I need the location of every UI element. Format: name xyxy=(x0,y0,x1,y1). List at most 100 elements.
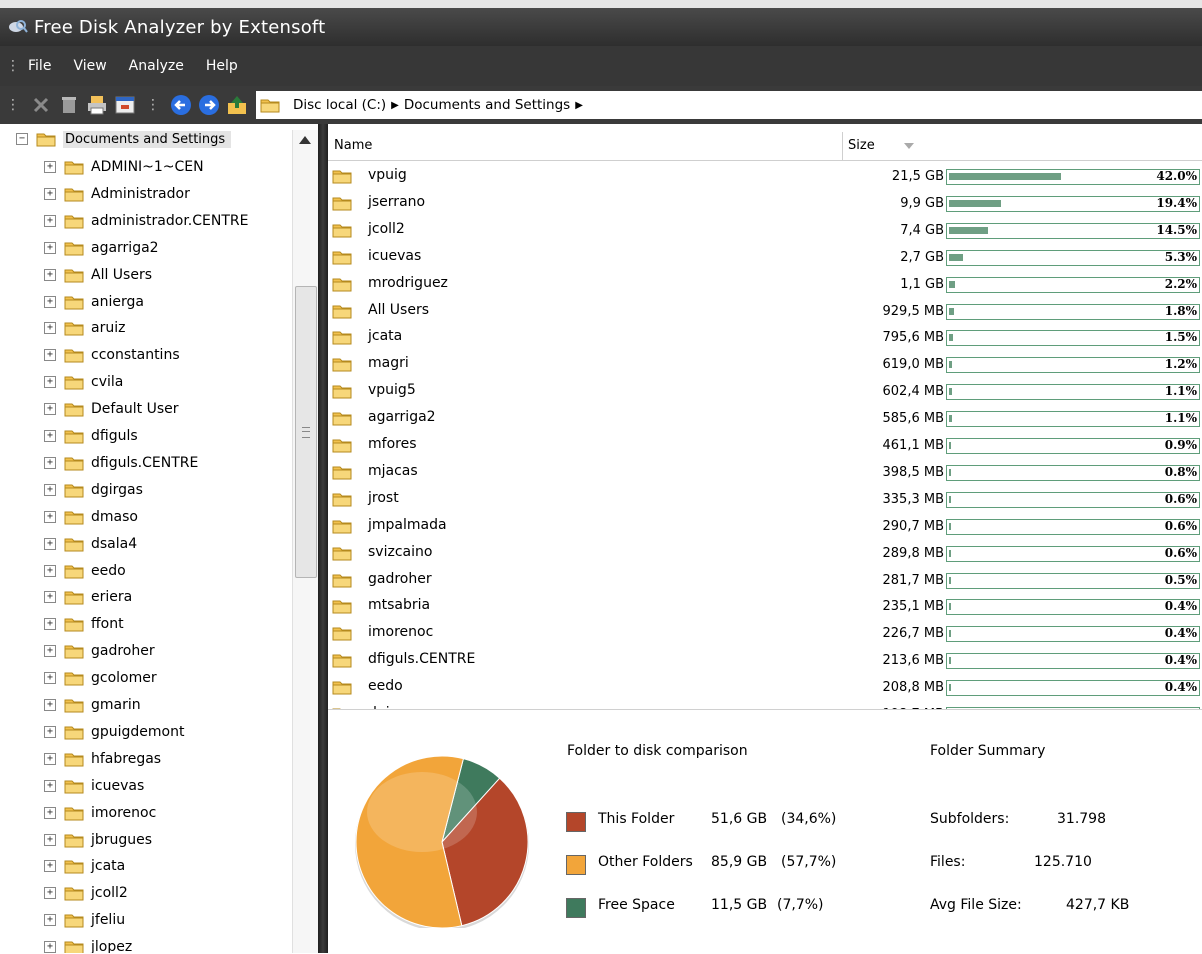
expand-icon[interactable]: + xyxy=(44,887,56,900)
list-row[interactable]: vpuig5 602,4 MB 1.1% xyxy=(328,379,1202,405)
expand-icon[interactable]: + xyxy=(44,295,56,308)
expand-icon[interactable]: + xyxy=(44,806,56,819)
tree-item[interactable]: + jlopez xyxy=(44,934,132,953)
recycle-button[interactable] xyxy=(56,92,82,118)
expand-icon[interactable]: + xyxy=(44,591,56,604)
back-button[interactable] xyxy=(168,92,194,118)
expand-icon[interactable]: + xyxy=(44,322,56,335)
expand-icon[interactable]: + xyxy=(44,483,56,496)
expand-icon[interactable]: + xyxy=(44,752,56,765)
column-divider[interactable] xyxy=(842,132,843,160)
menu-analyze[interactable]: Analyze xyxy=(129,58,184,74)
forward-button[interactable] xyxy=(196,92,222,118)
tree-item[interactable]: + jfeliu xyxy=(44,907,125,933)
delete-button[interactable] xyxy=(28,92,54,118)
column-name[interactable]: Name xyxy=(334,138,372,153)
list-row[interactable]: jcata 795,6 MB 1.5% xyxy=(328,325,1202,351)
expand-icon[interactable]: + xyxy=(44,914,56,927)
scroll-thumb[interactable] xyxy=(295,286,317,578)
tree-item[interactable]: + dgirgas xyxy=(44,477,143,503)
expand-icon[interactable]: + xyxy=(44,241,56,254)
tree-item[interactable]: + dsala4 xyxy=(44,531,137,557)
breadcrumb-drive[interactable]: Disc local (C:) xyxy=(293,97,386,113)
tree-item[interactable]: + gadroher xyxy=(44,638,155,664)
list-row[interactable]: jcoll2 7,4 GB 14.5% xyxy=(328,218,1202,244)
list-row[interactable]: mfores 461,1 MB 0.9% xyxy=(328,433,1202,459)
list-row[interactable]: gadroher 281,7 MB 0.5% xyxy=(328,568,1202,594)
menu-help[interactable]: Help xyxy=(206,58,238,74)
expand-icon[interactable]: + xyxy=(44,456,56,469)
tree-item[interactable]: + Administrador xyxy=(44,181,190,207)
list-row[interactable]: jmpalmada 290,7 MB 0.6% xyxy=(328,514,1202,540)
list-row[interactable]: dfiguls.CENTRE 213,6 MB 0.4% xyxy=(328,648,1202,674)
properties-button[interactable] xyxy=(112,92,138,118)
expand-icon[interactable]: + xyxy=(44,510,56,523)
menu-view[interactable]: View xyxy=(73,58,106,74)
print-button[interactable] xyxy=(84,92,110,118)
expand-icon[interactable]: + xyxy=(44,860,56,873)
tree-item[interactable]: + gmarin xyxy=(44,692,141,718)
up-folder-button[interactable] xyxy=(224,92,250,118)
tree-item[interactable]: + cvila xyxy=(44,369,123,395)
tree-item[interactable]: + dfiguls.CENTRE xyxy=(44,450,198,476)
expand-icon[interactable]: + xyxy=(44,537,56,550)
tree-item[interactable]: + hfabregas xyxy=(44,746,161,772)
tree-item[interactable]: + All Users xyxy=(44,262,152,288)
tree-item[interactable]: + aruiz xyxy=(44,315,125,341)
tree-item[interactable]: + icuevas xyxy=(44,773,144,799)
tree-item[interactable]: + cconstantins xyxy=(44,342,180,368)
address-bar[interactable]: Disc local (C:) ▶ Documents and Settings… xyxy=(256,91,1202,119)
column-size[interactable]: Size xyxy=(848,138,875,153)
expand-icon[interactable]: + xyxy=(44,618,56,631)
tree-item[interactable]: + administrador.CENTRE xyxy=(44,208,248,234)
expand-icon[interactable]: + xyxy=(44,779,56,792)
tree-item[interactable]: + anierga xyxy=(44,289,144,315)
list-row[interactable]: vpuig 21,5 GB 42.0% xyxy=(328,164,1202,190)
list-row[interactable]: mjacas 398,5 MB 0.8% xyxy=(328,460,1202,486)
expand-icon[interactable]: + xyxy=(44,376,56,389)
list-row[interactable]: jserrano 9,9 GB 19.4% xyxy=(328,191,1202,217)
collapse-icon[interactable]: − xyxy=(16,133,28,145)
expand-icon[interactable]: + xyxy=(44,161,56,173)
list-row[interactable]: agarriga2 585,6 MB 1.1% xyxy=(328,406,1202,432)
list-row[interactable]: All Users 929,5 MB 1.8% xyxy=(328,299,1202,325)
scroll-up-icon[interactable] xyxy=(299,136,311,144)
tree-item[interactable]: + agarriga2 xyxy=(44,235,159,261)
breadcrumb-folder[interactable]: Documents and Settings xyxy=(404,97,570,113)
tree-item[interactable]: + ffont xyxy=(44,611,124,637)
list-row[interactable]: mtsabria 235,1 MB 0.4% xyxy=(328,594,1202,620)
tree-item[interactable]: + jcoll2 xyxy=(44,880,128,906)
expand-icon[interactable]: + xyxy=(44,430,56,442)
tree-item[interactable]: + eriera xyxy=(44,584,132,610)
list-row[interactable]: imorenoc 226,7 MB 0.4% xyxy=(328,621,1202,647)
tree-item[interactable]: + dmaso xyxy=(44,504,138,530)
expand-icon[interactable]: + xyxy=(44,187,56,200)
tree-root[interactable]: − Documents and Settings xyxy=(16,128,232,150)
tree-item[interactable]: + dfiguls xyxy=(44,423,138,449)
list-row[interactable]: icuevas 2,7 GB 5.3% xyxy=(328,245,1202,271)
tree-item[interactable]: + gcolomer xyxy=(44,665,157,691)
list-row[interactable]: eedo 208,8 MB 0.4% xyxy=(328,675,1202,701)
expand-icon[interactable]: + xyxy=(44,725,56,738)
expand-icon[interactable]: + xyxy=(44,564,56,577)
tree-item[interactable]: + eedo xyxy=(44,558,126,584)
expand-icon[interactable]: + xyxy=(44,645,56,658)
expand-icon[interactable]: + xyxy=(44,214,56,227)
expand-icon[interactable]: + xyxy=(44,672,56,685)
tree-item[interactable]: + jcata xyxy=(44,853,125,879)
tree-item[interactable]: + Default User xyxy=(44,396,179,422)
tree-item[interactable]: + jbrugues xyxy=(44,827,152,853)
expand-icon[interactable]: + xyxy=(44,403,56,416)
pane-splitter[interactable] xyxy=(318,124,328,953)
expand-icon[interactable]: + xyxy=(44,833,56,846)
expand-icon[interactable]: + xyxy=(44,941,56,953)
expand-icon[interactable]: + xyxy=(44,268,56,281)
expand-icon[interactable]: + xyxy=(44,699,56,711)
list-row[interactable]: dgirgas198,7 MB0.4% xyxy=(328,702,1202,709)
tree-item[interactable]: + gpuigdemont xyxy=(44,719,185,745)
tree-item[interactable]: + imorenoc xyxy=(44,800,156,826)
list-row[interactable]: mrodriguez 1,1 GB 2.2% xyxy=(328,272,1202,298)
list-row[interactable]: svizcaino 289,8 MB 0.6% xyxy=(328,541,1202,567)
tree-item[interactable]: + ADMINI~1~CEN xyxy=(44,154,204,180)
menu-file[interactable]: File xyxy=(28,58,51,74)
